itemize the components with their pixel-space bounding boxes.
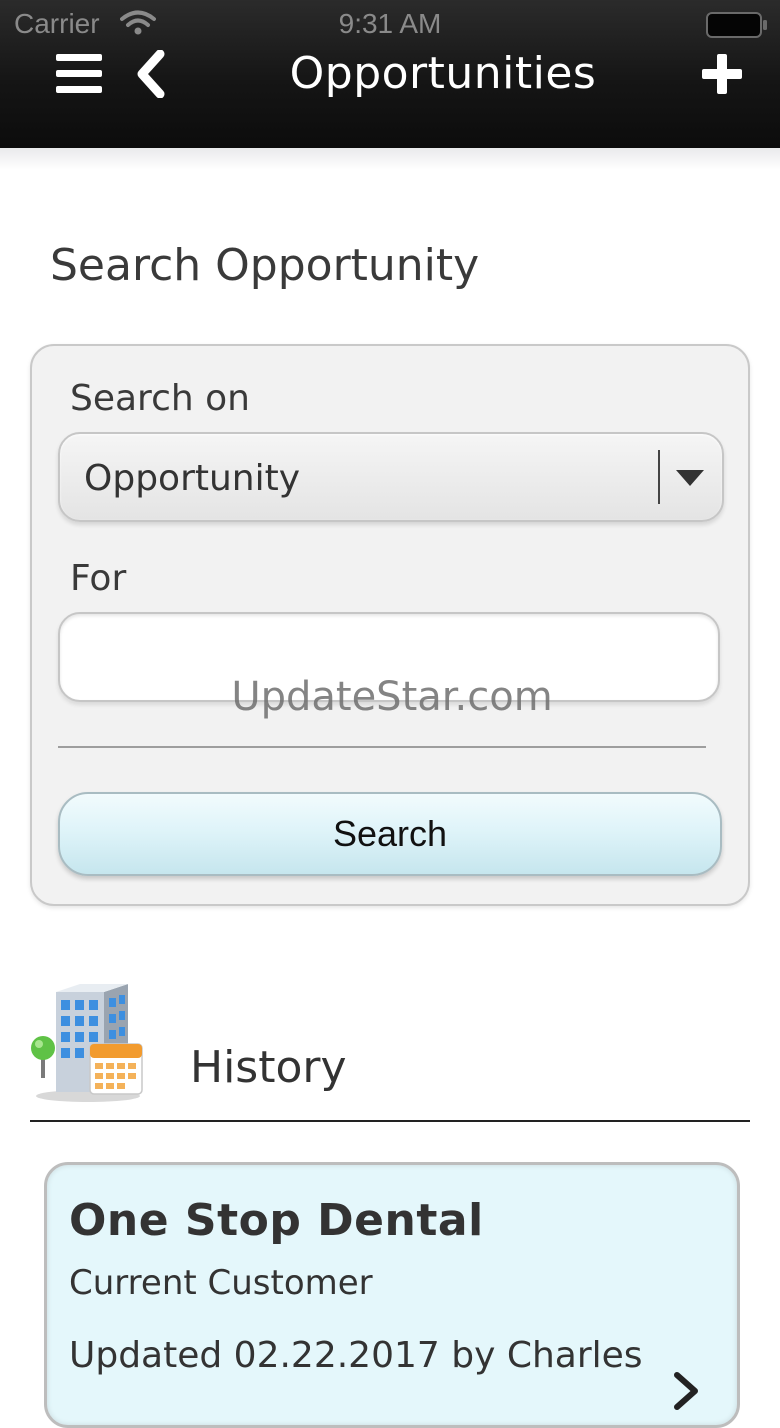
history-item[interactable]: One Stop Dental Current Customer Updated… [44,1162,740,1428]
plus-icon[interactable] [700,52,744,96]
search-on-label: Search on [70,378,250,419]
chevron-down-icon [676,470,704,486]
history-divider [30,1120,750,1122]
search-on-selected-value: Opportunity [84,458,301,499]
header-shadow [0,148,780,170]
for-label: For [70,558,127,599]
battery-icon [706,12,767,38]
top-navigation-bar: Carrier 9:31 AM Opportunities [0,0,780,148]
chevron-right-icon [674,1372,698,1410]
page-title: Opportunities [289,48,597,99]
history-item-updated: Updated 02.22.2017 by Charles [69,1335,643,1376]
divider [58,746,706,748]
status-time: 9:31 AM [338,8,442,39]
history-title: History [190,1042,347,1093]
history-item-name: One Stop Dental [69,1195,484,1246]
history-item-status: Current Customer [69,1263,373,1303]
search-panel: Search on Opportunity For UpdateStar.com… [30,344,750,906]
building-calendar-icon [31,984,143,1102]
search-for-input[interactable] [58,612,720,702]
search-section-title: Search Opportunity [50,240,480,291]
search-on-select[interactable]: Opportunity [58,432,724,522]
search-button[interactable]: Search [58,792,722,876]
select-divider [658,450,660,504]
